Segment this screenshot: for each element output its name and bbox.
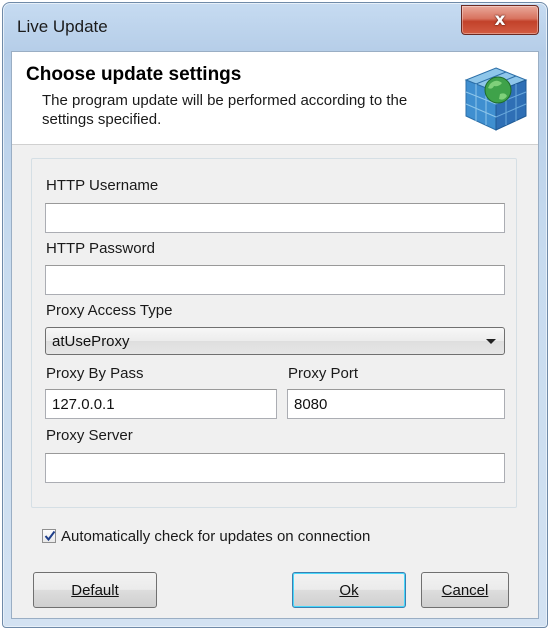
proxy-server-label: Proxy Server — [46, 427, 133, 444]
proxy-access-type-label: Proxy Access Type — [46, 302, 173, 319]
auto-check-row[interactable]: Automatically check for updates on conne… — [42, 526, 370, 546]
header-description: The program update will be performed acc… — [42, 92, 408, 128]
close-icon: x — [494, 10, 506, 30]
cancel-button[interactable]: Cancel — [421, 572, 509, 608]
close-button[interactable]: x — [461, 5, 539, 35]
proxy-bypass-input[interactable]: 127.0.0.1 — [45, 389, 277, 419]
title-bar[interactable]: Live Update x — [3, 3, 547, 47]
proxy-access-type-dropdown[interactable]: atUseProxy — [45, 327, 505, 355]
checkmark-icon — [44, 530, 56, 542]
dropdown-arrow-icon — [486, 339, 496, 344]
live-update-dialog: Live Update x Choose update settings The… — [2, 2, 548, 628]
dialog-client-area: Choose update settings The program updat… — [11, 51, 539, 619]
proxy-port-input[interactable]: 8080 — [287, 389, 505, 419]
proxy-bypass-label: Proxy By Pass — [46, 365, 144, 382]
cube-globe-icon — [464, 67, 528, 131]
http-username-input[interactable] — [45, 203, 505, 233]
proxy-port-label: Proxy Port — [288, 365, 359, 382]
header-panel: Choose update settings The program updat… — [12, 52, 538, 145]
auto-check-checkbox[interactable] — [42, 529, 56, 543]
http-password-input[interactable] — [45, 265, 505, 295]
http-password-label: HTTP Password — [46, 240, 155, 257]
auto-check-label: Automatically check for updates on conne… — [61, 527, 371, 545]
window-title: Live Update — [17, 17, 108, 36]
http-username-label: HTTP Username — [46, 177, 159, 194]
header-title: Choose update settings — [26, 64, 242, 85]
default-button[interactable]: Default — [33, 572, 157, 608]
settings-group: HTTP Username HTTP Password Proxy Access… — [31, 158, 517, 508]
proxy-access-type-value: atUseProxy — [52, 333, 130, 350]
ok-button[interactable]: Ok — [292, 572, 406, 608]
proxy-server-input[interactable] — [45, 453, 505, 483]
